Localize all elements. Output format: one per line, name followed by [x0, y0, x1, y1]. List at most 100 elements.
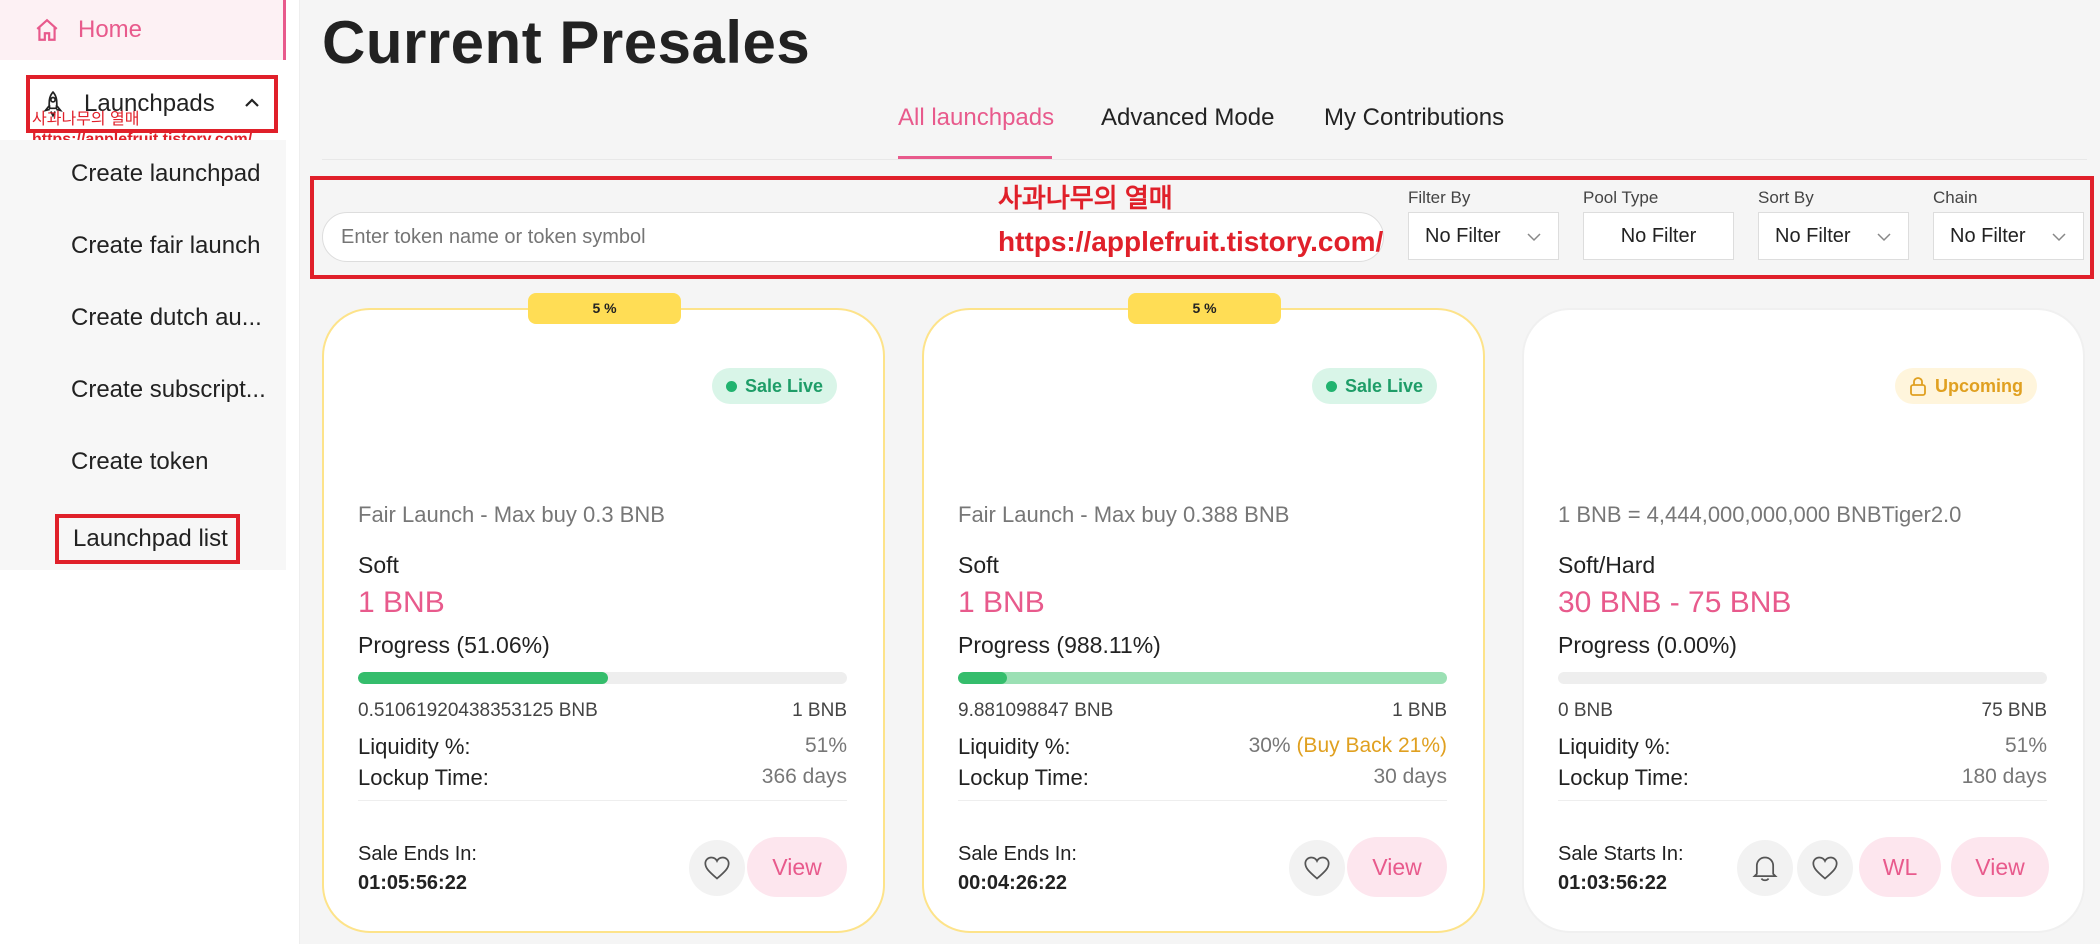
cap-label: Soft/Hard	[1558, 552, 1656, 578]
status-badge: Upcoming	[1895, 368, 2037, 404]
presale-card: 5 % Sale Live Fair Launch - Max buy 0.3 …	[322, 293, 885, 933]
bell-icon	[1752, 856, 1778, 882]
active-tab-indicator	[898, 156, 1052, 159]
notify-button[interactable]	[1737, 840, 1793, 896]
status-label: Sale Live	[744, 375, 823, 396]
page-title: Current Presales	[322, 9, 811, 76]
sidebar-home-label: Home	[78, 16, 143, 43]
cap-label: Soft	[958, 552, 999, 578]
status-label: Upcoming	[1935, 375, 2023, 396]
sidebar-watermark-line1: 사과나무의 열매	[32, 111, 140, 128]
sidebar-item-launchpad-list[interactable]: Launchpad list	[55, 514, 240, 564]
chevron-down-icon	[1527, 233, 1541, 242]
card-divider	[958, 800, 1447, 801]
card-subtitle: Fair Launch - Max buy 0.3 BNB	[358, 502, 665, 527]
whitelist-button[interactable]: WL	[1859, 837, 1941, 897]
lockup-label: Lockup Time:	[358, 765, 489, 790]
liquidity-value: 51%	[2004, 734, 2047, 757]
countdown-time: 00:04:26:22	[958, 872, 1067, 894]
raised-amount: 0.51061920438353125 BNB	[358, 700, 598, 721]
sidebar: Home Launchpads 사과나무의 열매 https://applefr…	[0, 0, 300, 944]
live-dot-icon	[1325, 380, 1337, 392]
sidebar-launchpad-list-label: Launchpad list	[73, 525, 228, 552]
view-button[interactable]: View	[1951, 837, 2049, 897]
countdown-label: Sale Ends In:	[958, 843, 1077, 865]
lockup-value: 366 days	[761, 765, 847, 788]
filter-by-value: No Filter	[1425, 224, 1501, 247]
filter-by-select[interactable]: No Filter	[1408, 212, 1559, 260]
tab-advanced-mode[interactable]: Advanced Mode	[1101, 104, 1274, 132]
cap-value: 1 BNB	[958, 586, 1045, 619]
status-badge: Sale Live	[1311, 368, 1437, 404]
pool-type-value: No Filter	[1620, 224, 1697, 247]
lock-icon	[1910, 377, 1926, 396]
max-amount: 1 BNB	[1392, 700, 1447, 721]
countdown-time: 01:03:56:22	[1558, 872, 1667, 894]
buy-back-value: (Buy Back 21%)	[1296, 734, 1447, 757]
heart-icon	[704, 856, 730, 880]
lockup-value: 30 days	[1373, 765, 1447, 788]
favorite-button[interactable]	[689, 840, 745, 896]
liquidity-value: 30%	[1248, 734, 1291, 757]
live-dot-icon	[725, 380, 737, 392]
presale-card: 5 % Sale Live Fair Launch - Max buy 0.38…	[922, 293, 1485, 933]
cap-label: Soft	[358, 552, 399, 578]
sidebar-item-create-token[interactable]: Create token	[71, 448, 208, 476]
tab-divider	[322, 159, 2087, 160]
heart-icon	[1812, 856, 1838, 880]
view-button[interactable]: View	[747, 837, 847, 897]
cap-value: 1 BNB	[358, 586, 445, 619]
progress-label: Progress (51.06%)	[358, 632, 550, 658]
chain-select[interactable]: No Filter	[1933, 212, 2084, 260]
liquidity-label: Liquidity %:	[1558, 734, 1671, 759]
sidebar-item-create-launchpad[interactable]: Create launchpad	[71, 160, 260, 188]
watermark-line1: 사과나무의 열매	[998, 183, 1173, 213]
countdown-time: 01:05:56:22	[358, 872, 467, 894]
countdown-label: Sale Starts In:	[1558, 843, 1684, 865]
percent-badge: 5 %	[1128, 293, 1281, 324]
heart-icon	[1304, 856, 1330, 880]
progress-bar	[1558, 672, 2047, 684]
pool-type-select[interactable]: No Filter	[1583, 212, 1734, 260]
chain-value: No Filter	[1950, 224, 2026, 247]
liquidity-value-row: 30% (Buy Back 21%)	[1249, 734, 1447, 758]
raised-amount: 9.881098847 BNB	[958, 700, 1114, 721]
liquidity-label: Liquidity %:	[958, 734, 1071, 759]
card-divider	[1558, 800, 2047, 801]
sort-by-value: No Filter	[1775, 224, 1851, 247]
home-icon	[36, 18, 58, 41]
lockup-label: Lockup Time:	[958, 765, 1089, 790]
card-subtitle: Fair Launch - Max buy 0.388 BNB	[958, 502, 1290, 527]
view-button[interactable]: View	[1347, 837, 1447, 897]
status-label: Sale Live	[1344, 375, 1423, 396]
watermark-line2: https://applefruit.tistory.com/	[998, 226, 1384, 257]
sidebar-item-create-subscription[interactable]: Create subscript...	[71, 376, 266, 404]
liquidity-label: Liquidity %:	[358, 734, 471, 759]
sort-by-select[interactable]: No Filter	[1758, 212, 1909, 260]
progress-label: Progress (0.00%)	[1558, 632, 1737, 658]
chevron-down-icon	[2052, 233, 2066, 242]
presale-card: Upcoming 1 BNB = 4,444,000,000,000 BNBTi…	[1522, 308, 2085, 933]
pool-type-label: Pool Type	[1583, 188, 1659, 207]
tab-my-contributions[interactable]: My Contributions	[1324, 104, 1504, 132]
sidebar-item-create-fair-launch[interactable]: Create fair launch	[71, 232, 260, 260]
cap-value: 30 BNB - 75 BNB	[1558, 586, 1792, 619]
progress-fill	[358, 672, 608, 684]
liquidity-value: 51%	[804, 734, 847, 757]
sidebar-item-create-dutch-auction[interactable]: Create dutch au...	[71, 304, 262, 332]
favorite-button[interactable]	[1289, 840, 1345, 896]
sidebar-submenu	[0, 140, 286, 570]
favorite-button[interactable]	[1797, 840, 1853, 896]
countdown-label: Sale Ends In:	[358, 843, 477, 865]
tab-all-launchpads[interactable]: All launchpads	[898, 104, 1054, 132]
sidebar-item-home[interactable]: Home	[0, 0, 286, 60]
chain-label: Chain	[1933, 188, 1978, 207]
card-divider	[358, 800, 847, 801]
max-amount: 75 BNB	[1981, 700, 2047, 721]
sort-by-label: Sort By	[1758, 188, 1814, 207]
progress-label: Progress (988.11%)	[958, 632, 1161, 658]
progress-bar	[958, 672, 1447, 684]
card-subtitle: 1 BNB = 4,444,000,000,000 BNBTiger2.0	[1558, 502, 1962, 527]
max-amount: 1 BNB	[792, 700, 847, 721]
percent-badge: 5 %	[528, 293, 681, 324]
